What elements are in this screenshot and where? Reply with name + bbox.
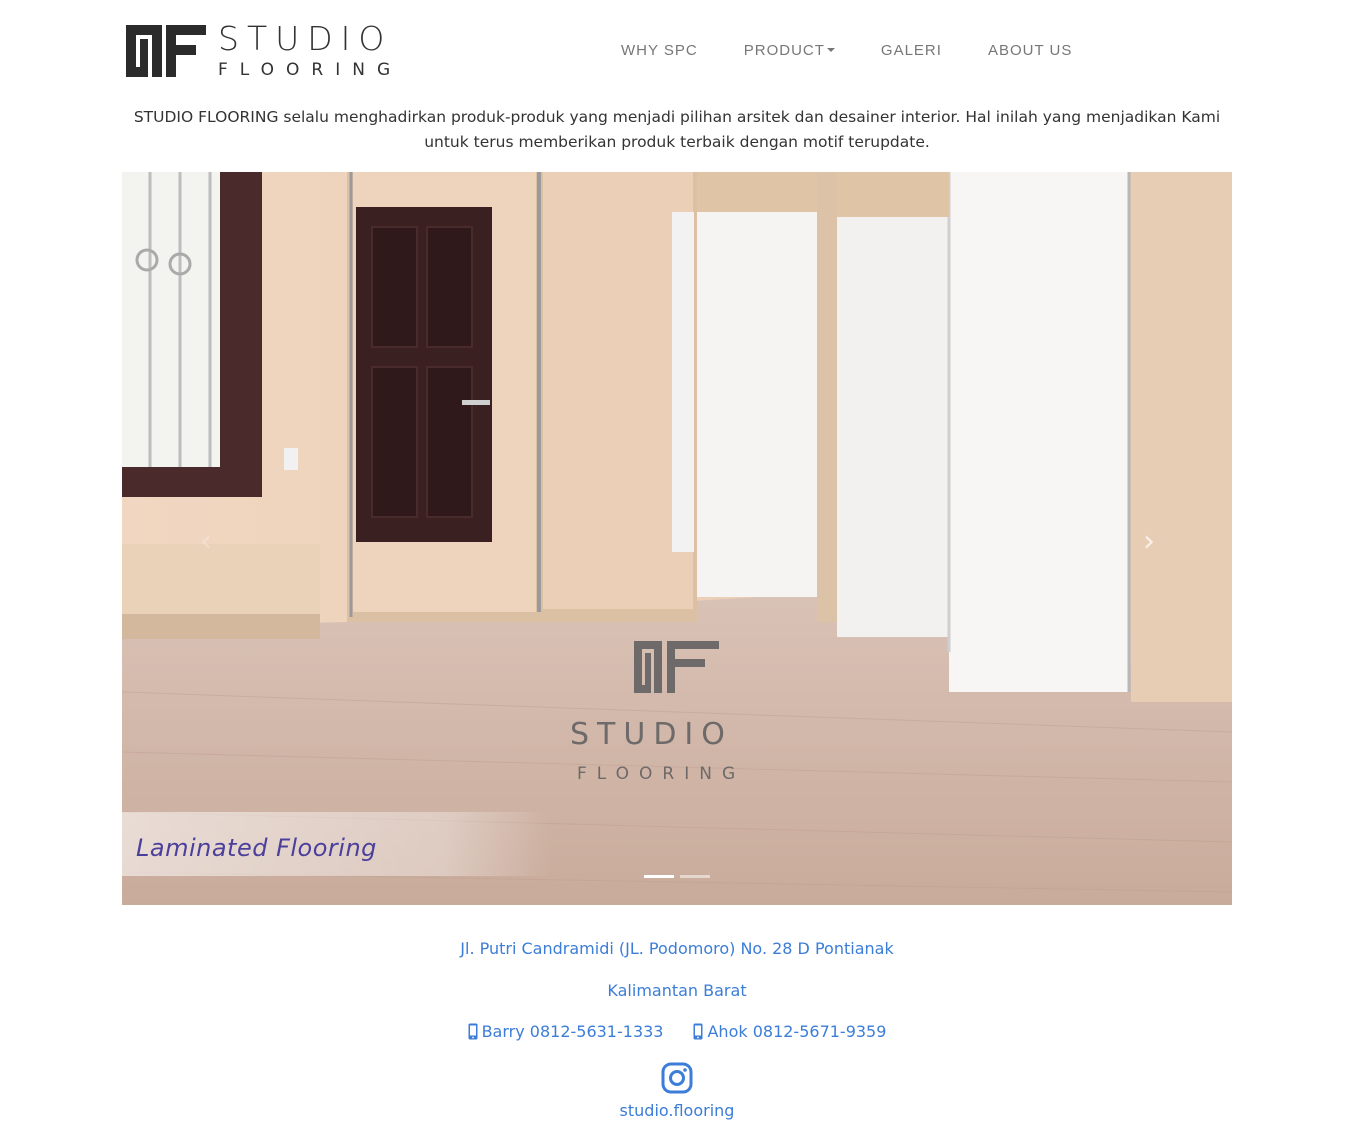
phone-list: Barry 0812-5631-1333 Ahok 0812-5671-9359 xyxy=(0,1022,1354,1041)
nav-product-label: PRODUCT xyxy=(743,42,825,59)
caret-down-icon xyxy=(826,48,835,52)
watermark-line1: STUDIO xyxy=(570,717,733,752)
slide-caption: Laminated Flooring xyxy=(136,834,377,862)
phone-ahok-label: Ahok 0812-5671-9359 xyxy=(707,1022,887,1041)
mobile-phone-icon xyxy=(693,1023,703,1040)
mobile-phone-icon xyxy=(468,1023,478,1040)
nav-product[interactable]: PRODUCT xyxy=(721,42,858,59)
nav-galeri[interactable]: GALERI xyxy=(858,42,965,59)
nav-why-spc[interactable]: WHY SPC xyxy=(598,42,721,59)
intro-text: STUDIO FLOORING selalu menghadirkan prod… xyxy=(133,108,1221,151)
carousel-prev-button[interactable]: ‹ xyxy=(186,522,226,562)
address-line1: Jl. Putri Candramidi (JL. Podomoro) No. … xyxy=(460,939,894,958)
brand-logo[interactable]: STUDIO FLOORING xyxy=(126,19,426,82)
brand-line1: STUDIO xyxy=(218,19,393,58)
watermark-line2: FLOORING xyxy=(577,764,746,784)
logo-mark-icon xyxy=(126,25,206,77)
phone-ahok[interactable]: Ahok 0812-5671-9359 xyxy=(693,1022,886,1041)
brand-line2: FLOORING xyxy=(218,60,403,80)
phone-barry-label: Barry 0812-5631-1333 xyxy=(481,1022,664,1041)
carousel-next-button[interactable]: › xyxy=(1129,522,1169,562)
hero-carousel[interactable]: STUDIO FLOORING ‹ › Laminated Flooring xyxy=(122,172,1232,905)
carousel-indicator-1[interactable] xyxy=(644,875,674,878)
instagram-handle-link[interactable]: studio.flooring xyxy=(0,1101,1354,1120)
carousel-indicator-2[interactable] xyxy=(680,875,710,878)
main-nav: WHY SPC PRODUCT GALERI ABOUT US xyxy=(598,42,1095,59)
address-line2: Kalimantan Barat xyxy=(607,981,747,1000)
carousel-indicators xyxy=(644,875,710,878)
instagram-icon[interactable] xyxy=(661,1062,693,1094)
chevron-right-icon: › xyxy=(1143,524,1155,559)
slide-image xyxy=(122,172,1232,905)
chevron-left-icon: ‹ xyxy=(200,524,212,559)
phone-barry[interactable]: Barry 0812-5631-1333 xyxy=(468,1022,664,1041)
nav-about-us[interactable]: ABOUT US xyxy=(965,42,1095,59)
site-header: STUDIO FLOORING WHY SPC PRODUCT GALERI A… xyxy=(0,0,1354,100)
